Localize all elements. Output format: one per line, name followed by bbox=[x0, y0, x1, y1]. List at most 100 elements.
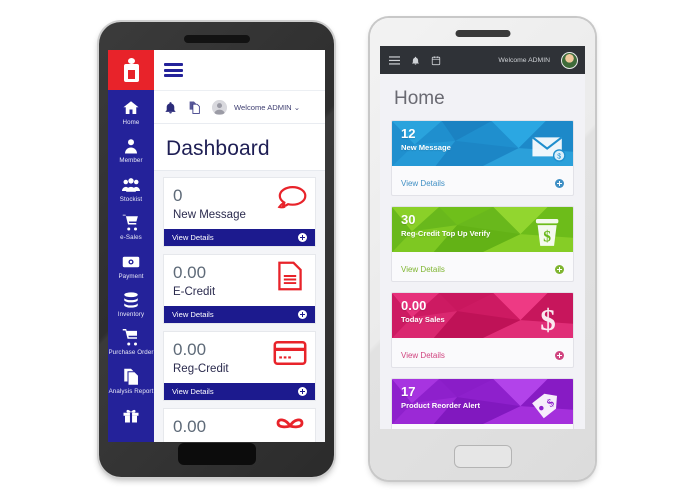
page-title: Dashboard bbox=[166, 137, 270, 160]
info-badge-icon bbox=[123, 58, 139, 82]
stat-card: 12 New Message $ View Details bbox=[391, 120, 574, 196]
sidebar-item-label: Member bbox=[119, 157, 143, 165]
stat-card: 0 New Message View Details bbox=[163, 177, 316, 247]
stat-card-banner: 30 Reg-Credit Top Up Verify $ bbox=[392, 207, 573, 257]
stat-text-group: 0.00 Today Sales bbox=[401, 299, 445, 325]
phone2-navbar: Welcome ADMIN bbox=[380, 46, 585, 74]
avatar[interactable] bbox=[561, 51, 578, 69]
svg-text:$: $ bbox=[543, 229, 551, 246]
stat-card: 30 Reg-Credit Top Up Verify $ View Detai… bbox=[391, 206, 574, 282]
dollar-sign-icon: $ bbox=[540, 302, 556, 336]
sidebar-item-purchase-order[interactable]: Purchase Order bbox=[108, 323, 154, 361]
phone2-speaker bbox=[455, 30, 510, 37]
plus-circle-icon bbox=[555, 178, 564, 188]
sidebar-item-inventory[interactable]: Inventory bbox=[108, 285, 154, 323]
phone-mockup-2: Welcome ADMIN Home 12 New Message $ View… bbox=[370, 18, 595, 480]
stat-card: 0.00 bbox=[163, 408, 316, 442]
stat-card-body: 0.00 Reg-Credit bbox=[164, 332, 315, 383]
view-details-button[interactable]: View Details bbox=[164, 383, 315, 400]
stat-card: 0.00 E-Credit View Details bbox=[163, 254, 316, 324]
phone2-home-button[interactable] bbox=[453, 445, 512, 468]
stat-value: 17 bbox=[401, 384, 416, 399]
stat-text-group: 12 New Message bbox=[401, 127, 451, 153]
notification-bell-icon[interactable] bbox=[411, 55, 420, 66]
cart-order-icon bbox=[122, 329, 137, 346]
stat-value: 0.00 bbox=[401, 298, 427, 313]
view-details-button[interactable]: View Details bbox=[392, 171, 573, 195]
money-note-icon bbox=[122, 256, 140, 267]
sidebar-item-label: Analysis Report bbox=[108, 387, 154, 395]
scene-root: Home Member Stockist e-Sales Payment Inv… bbox=[0, 0, 700, 500]
sidebar-item-label: Payment bbox=[118, 272, 144, 280]
phone2-card-list: 12 New Message $ View Details 30 Reg-Cre… bbox=[380, 120, 585, 429]
notification-bell-icon[interactable] bbox=[164, 101, 177, 114]
user-icon bbox=[125, 139, 137, 154]
stat-card-banner: 17 Product Reorder Alert $ bbox=[392, 379, 573, 429]
database-stack-icon bbox=[124, 292, 138, 308]
view-details-button[interactable]: View Details bbox=[392, 257, 573, 281]
hamburger-menu-icon[interactable] bbox=[164, 63, 183, 77]
document-lines-icon bbox=[278, 261, 302, 291]
plus-circle-icon bbox=[298, 387, 307, 396]
phone1-screen: Home Member Stockist e-Sales Payment Inv… bbox=[108, 50, 325, 442]
chevron-down-icon: ⌄ bbox=[293, 102, 301, 112]
sidebar-item-label: Purchase Order bbox=[108, 349, 154, 357]
stat-card-body: 0 New Message bbox=[164, 178, 315, 229]
envelope-icon: $ bbox=[531, 136, 566, 162]
hamburger-menu-icon[interactable] bbox=[389, 55, 400, 65]
phone1-speaker bbox=[183, 35, 250, 43]
sidebar-item-payment[interactable]: Payment bbox=[108, 247, 154, 285]
svg-text:$: $ bbox=[540, 302, 556, 336]
phone1-content: Welcome ADMIN ⌄ Dashboard 0 New Message bbox=[154, 50, 325, 442]
sidebar-item-stockist[interactable]: Stockist bbox=[108, 170, 154, 208]
phone1-subbar: Welcome ADMIN ⌄ bbox=[154, 91, 325, 124]
phone-mockup-1: Home Member Stockist e-Sales Payment Inv… bbox=[99, 22, 334, 477]
sidebar-item-label: Inventory bbox=[117, 311, 145, 319]
view-details-button[interactable]: View Details bbox=[392, 343, 573, 367]
sidebar: Home Member Stockist e-Sales Payment Inv… bbox=[108, 50, 154, 442]
welcome-text[interactable]: Welcome ADMIN ⌄ bbox=[234, 103, 300, 112]
phone1-home-button[interactable] bbox=[177, 443, 256, 465]
stat-text-group: 30 Reg-Credit Top Up Verify bbox=[401, 213, 490, 239]
plus-circle-icon bbox=[555, 350, 564, 360]
stat-card: 17 Product Reorder Alert $ View D bbox=[391, 378, 574, 429]
page-title-area: Dashboard bbox=[154, 124, 325, 171]
view-details-button[interactable]: View Details bbox=[164, 229, 315, 246]
documents-icon[interactable] bbox=[188, 101, 201, 114]
page-title: Home bbox=[394, 88, 445, 109]
phone1-topbar bbox=[154, 50, 325, 91]
avatar[interactable] bbox=[212, 99, 227, 115]
app-logo[interactable] bbox=[108, 50, 154, 90]
plus-circle-icon bbox=[298, 310, 307, 319]
phone1-card-list: 0 New Message View Details 0.00 E-Credit… bbox=[154, 171, 325, 442]
stat-value: 30 bbox=[401, 212, 416, 227]
stat-label: New Message bbox=[401, 143, 451, 152]
gift-icon bbox=[123, 410, 139, 423]
users-group-icon bbox=[122, 177, 140, 192]
stat-text-group: 17 Product Reorder Alert bbox=[401, 385, 480, 411]
phone2-screen: Welcome ADMIN Home 12 New Message $ View… bbox=[380, 46, 585, 429]
sidebar-item-label: e-Sales bbox=[120, 234, 142, 242]
view-details-label: View Details bbox=[401, 350, 445, 360]
sidebar-item-home[interactable]: Home bbox=[108, 93, 154, 131]
sidebar-item-member[interactable]: Member bbox=[108, 131, 154, 169]
view-details-label: View Details bbox=[172, 233, 214, 242]
plus-circle-icon bbox=[298, 233, 307, 242]
view-details-label: View Details bbox=[172, 310, 214, 319]
welcome-label: Welcome ADMIN bbox=[234, 102, 292, 112]
sidebar-item-gift[interactable] bbox=[108, 400, 154, 431]
sidebar-item-label: Stockist bbox=[119, 195, 143, 203]
stat-label: Reg-Credit Top Up Verify bbox=[401, 229, 491, 238]
stat-card: 0.00 Today Sales $ View Details bbox=[391, 292, 574, 368]
stat-value: 12 bbox=[401, 126, 416, 141]
cash-register-money-icon: $ bbox=[535, 219, 559, 246]
sidebar-item-esales[interactable]: e-Sales bbox=[108, 208, 154, 246]
sidebar-nav: Home Member Stockist e-Sales Payment Inv… bbox=[108, 90, 154, 431]
stat-card-body: 0.00 bbox=[164, 409, 315, 442]
calendar-icon[interactable] bbox=[431, 55, 441, 66]
view-details-button[interactable]: View Details bbox=[164, 306, 315, 323]
gift-ribbon-icon bbox=[276, 418, 304, 429]
sidebar-item-analysis-report[interactable]: Analysis Report bbox=[108, 362, 154, 400]
welcome-label[interactable]: Welcome ADMIN bbox=[498, 57, 550, 64]
stat-card: 0.00 Reg-Credit View Details bbox=[163, 331, 316, 401]
